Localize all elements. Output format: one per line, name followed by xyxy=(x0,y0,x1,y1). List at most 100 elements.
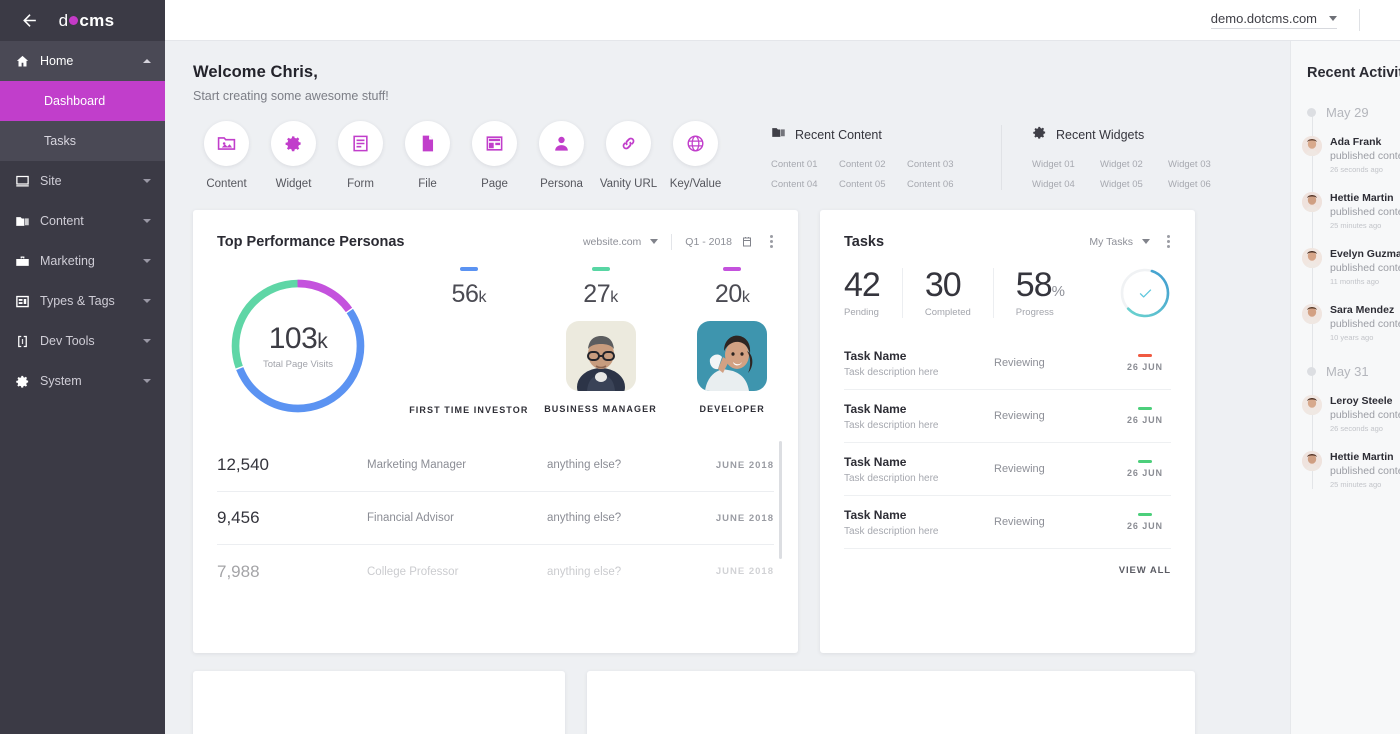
recent-content-item[interactable]: Content 01 xyxy=(771,159,839,170)
sidebar-item-dashboard[interactable]: Dashboard xyxy=(0,81,165,121)
task-date: 26 JUN xyxy=(1119,415,1171,425)
view-all-link[interactable]: VIEW ALL xyxy=(820,549,1195,576)
main-area: demo.dotcms.com Welcome Chris, Start cre… xyxy=(165,0,1400,734)
task-row[interactable]: Task Name Task description here Reviewin… xyxy=(844,390,1171,443)
recent-widget-item[interactable]: Widget 05 xyxy=(1100,179,1168,190)
task-due: 26 JUN xyxy=(1119,513,1171,531)
task-row[interactable]: Task Name Task description here Reviewin… xyxy=(844,443,1171,496)
activity-user: Ada Frank xyxy=(1330,136,1400,148)
personas-table: 12,540 Marketing Manager anything else? … xyxy=(217,439,774,598)
sidebar-item-label-site: Site xyxy=(40,174,62,188)
sidebar-item-label-home: Home xyxy=(40,54,73,68)
recent-content-title: Recent Content xyxy=(795,128,882,142)
stat-label: Pending xyxy=(844,307,880,318)
recent-content-header: Recent Content xyxy=(771,125,975,145)
sidebar-item-tasks[interactable]: Tasks xyxy=(0,121,165,161)
recent-blocks: Recent Content Content 01 Content 02 Con… xyxy=(771,121,1262,190)
row-count: 12,540 xyxy=(217,455,367,475)
quick-action-key-value[interactable]: Key/Value xyxy=(662,121,729,190)
quick-action-content[interactable]: Content xyxy=(193,121,260,190)
table-row[interactable]: 9,456 Financial Advisor anything else? J… xyxy=(217,492,774,545)
quick-action-persona[interactable]: Persona xyxy=(528,121,595,190)
task-status: Reviewing xyxy=(994,410,1119,422)
activity-item[interactable]: Ada Frank published content name. 26 sec… xyxy=(1307,136,1400,174)
donut-center-label: 103k Total Page Visits xyxy=(227,275,369,417)
activity-text: published content name. xyxy=(1330,150,1400,162)
task-color-dash xyxy=(1138,407,1152,410)
task-row[interactable]: Task Name Task description here Reviewin… xyxy=(844,337,1171,390)
kebab-menu-icon[interactable] xyxy=(767,232,776,251)
sidebar-item-content[interactable]: Content xyxy=(0,201,165,241)
recent-content-item[interactable]: Content 02 xyxy=(839,159,907,170)
activity-day-label: May 29 xyxy=(1326,105,1369,120)
sidebar-item-dev-tools[interactable]: Dev Tools xyxy=(0,321,165,361)
activity-item[interactable]: Leroy Steele published content name. 26 … xyxy=(1307,395,1400,433)
stat-value: 30 xyxy=(925,268,971,304)
site-filter-dropdown[interactable]: website.com xyxy=(583,236,658,248)
quick-action-form[interactable]: Form xyxy=(327,121,394,190)
task-row[interactable]: Task Name Task description here Reviewin… xyxy=(844,496,1171,549)
table-row[interactable]: 12,540 Marketing Manager anything else? … xyxy=(217,439,774,492)
sidebar-item-label-marketing: Marketing xyxy=(40,254,95,268)
recent-widget-item[interactable]: Widget 01 xyxy=(1032,159,1100,170)
site-selector[interactable]: demo.dotcms.com xyxy=(1211,11,1337,29)
recent-widget-item[interactable]: Widget 02 xyxy=(1100,159,1168,170)
arrow-left-icon[interactable] xyxy=(18,10,40,32)
recent-content-item[interactable]: Content 05 xyxy=(839,179,907,190)
avatar xyxy=(1302,395,1322,415)
activity-time: 25 minutes ago xyxy=(1330,480,1400,489)
sidebar-item-marketing[interactable]: Marketing xyxy=(0,241,165,281)
activity-user: Evelyn Guzman xyxy=(1330,248,1400,260)
tasks-card-controls: My Tasks xyxy=(1089,232,1173,251)
timeline-dot-icon xyxy=(1307,367,1316,376)
activity-item[interactable]: Sara Mendez published content name. 10 y… xyxy=(1307,304,1400,342)
sidebar-item-site[interactable]: Site xyxy=(0,161,165,201)
task-due: 26 JUN xyxy=(1119,354,1171,372)
task-date: 26 JUN xyxy=(1119,362,1171,372)
recent-content-item[interactable]: Content 04 xyxy=(771,179,839,190)
tasks-card: Tasks My Tasks 42 xyxy=(820,210,1195,653)
quick-action-widget[interactable]: Widget xyxy=(260,121,327,190)
tasks-filter-dropdown[interactable]: My Tasks xyxy=(1089,236,1150,248)
quick-action-vanity-url[interactable]: Vanity URL xyxy=(595,121,662,190)
quick-action-file[interactable]: File xyxy=(394,121,461,190)
folder-icon xyxy=(14,213,30,229)
recent-content-item[interactable]: Content 03 xyxy=(907,159,975,170)
sidebar-header: dcms xyxy=(0,0,165,41)
activity-time: 26 seconds ago xyxy=(1330,424,1400,433)
bell-icon[interactable] xyxy=(1396,8,1400,32)
activity-day-marker: May 29 xyxy=(1307,105,1400,120)
site-selector-value: demo.dotcms.com xyxy=(1211,11,1317,26)
gear-icon xyxy=(271,121,316,166)
recent-widget-item[interactable]: Widget 06 xyxy=(1168,179,1236,190)
table-row[interactable]: 7,988 College Professor anything else? J… xyxy=(217,545,774,598)
activity-item[interactable]: Hettie Martin published content name. 25… xyxy=(1307,192,1400,230)
row-extra: anything else? xyxy=(547,566,716,578)
task-date: 26 JUN xyxy=(1119,468,1171,478)
task-color-dash xyxy=(1138,354,1152,357)
persona-columns: 56k FIRST TIME INVESTOR 27k xyxy=(403,267,798,417)
table-scrollbar[interactable] xyxy=(779,441,782,559)
sidebar-item-label-system: System xyxy=(40,374,82,388)
sidebar-item-home[interactable]: Home xyxy=(0,41,165,81)
monitor-icon xyxy=(14,173,30,189)
quick-actions: Content Widget Form xyxy=(193,121,729,190)
sidebar-item-types-tags[interactable]: Types & Tags xyxy=(0,281,165,321)
date-filter-dropdown[interactable]: Q1 - 2018 xyxy=(685,236,753,248)
persona-color-dash xyxy=(592,267,610,271)
recent-widget-item[interactable]: Widget 04 xyxy=(1032,179,1100,190)
quick-action-label: Key/Value xyxy=(670,178,722,190)
donut-sublabel: Total Page Visits xyxy=(263,359,333,370)
avatar xyxy=(1302,304,1322,324)
activity-item[interactable]: Hettie Martin published content name. 25… xyxy=(1307,451,1400,489)
recent-content-item[interactable]: Content 06 xyxy=(907,179,975,190)
row-count: 7,988 xyxy=(217,562,367,582)
recent-widgets-header: Recent Widgets xyxy=(1032,125,1236,145)
cards-row: Top Performance Personas website.com Q1 … xyxy=(165,190,1290,653)
recent-widget-item[interactable]: Widget 03 xyxy=(1168,159,1236,170)
quick-action-page[interactable]: Page xyxy=(461,121,528,190)
recent-widgets-list: Widget 01 Widget 02 Widget 03 Widget 04 … xyxy=(1032,159,1236,190)
kebab-menu-icon[interactable] xyxy=(1164,232,1173,251)
activity-item[interactable]: Evelyn Guzman published content name. 11… xyxy=(1307,248,1400,286)
sidebar-item-system[interactable]: System xyxy=(0,361,165,401)
